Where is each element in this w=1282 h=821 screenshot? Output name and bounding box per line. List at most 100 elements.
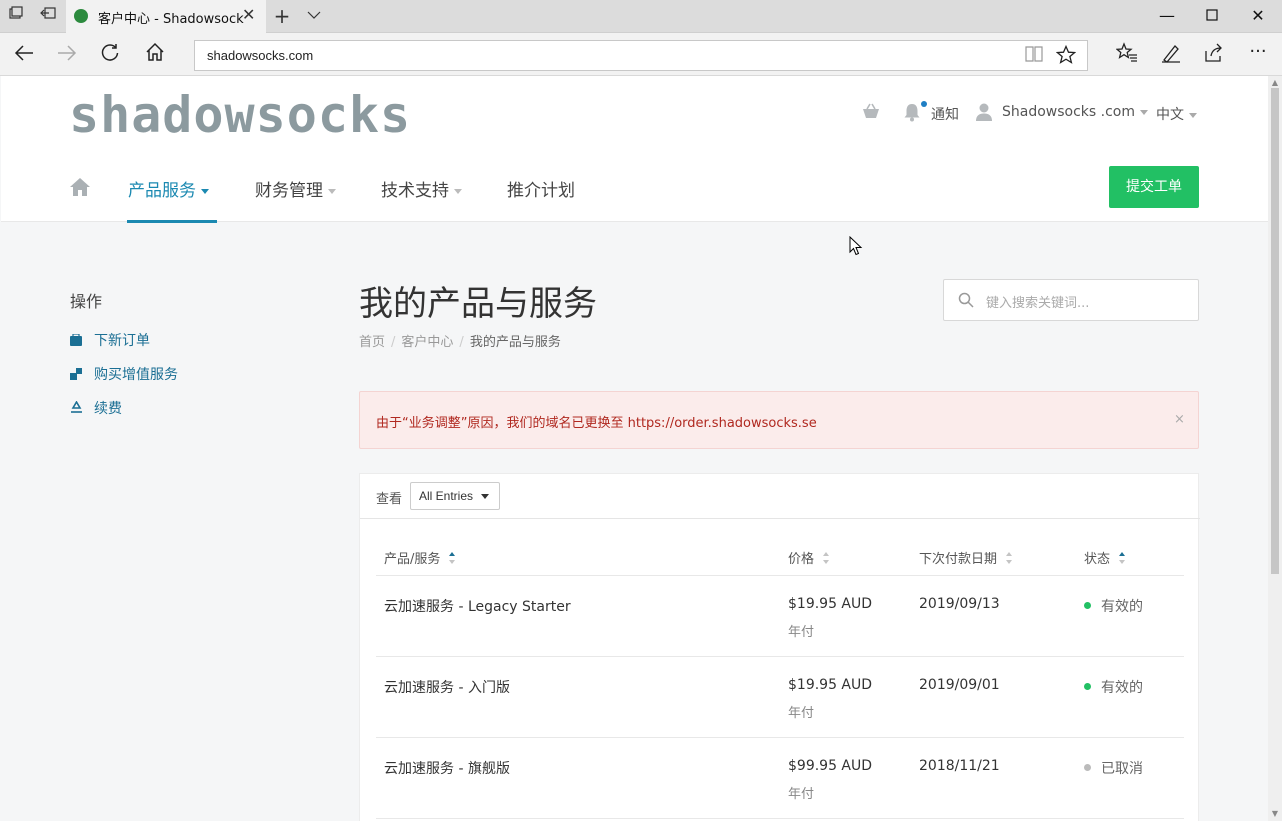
search-box[interactable]: 键入搜索关键词...	[943, 279, 1199, 321]
more-menu-icon[interactable]: ···	[1245, 39, 1271, 65]
tab-list-icon[interactable]	[6, 6, 26, 26]
site-favicon-icon	[74, 9, 88, 23]
home-icon[interactable]	[142, 42, 168, 68]
shopping-bag-icon	[70, 333, 82, 346]
nav-support-label: 技术支持	[381, 181, 449, 201]
sort-icon	[1118, 551, 1126, 569]
scroll-up-icon[interactable]: ▲	[1271, 78, 1279, 87]
cart-icon[interactable]	[861, 102, 881, 126]
browser-toolbar: shadowsocks.com ···	[0, 33, 1282, 76]
minimize-icon[interactable]: —	[1152, 4, 1182, 28]
set-aside-tabs-icon[interactable]	[38, 6, 58, 26]
url-text: shadowsocks.com	[207, 48, 314, 63]
site-header: shadowsocks 通知 Shadowsocks .com 中文 产品服务 …	[1, 76, 1268, 223]
breadcrumb: 首页 / 客户中心 / 我的产品与服务	[359, 335, 561, 350]
browser-titlebar: 客户中心 - Shadowsock ✕ + — ✕	[0, 0, 1282, 33]
table-divider	[376, 575, 1184, 576]
entries-select[interactable]: All Entries	[410, 482, 500, 510]
sidebar-item-new-order[interactable]: 下新订单	[70, 330, 150, 350]
user-icon	[975, 102, 993, 126]
search-icon	[958, 292, 974, 312]
nav-billing[interactable]: 财务管理	[255, 176, 336, 201]
sidebar-item-addons[interactable]: 购买增值服务	[70, 364, 178, 384]
browser-tab[interactable]: 客户中心 - Shadowsock ✕	[66, 0, 266, 33]
language-menu[interactable]: 中文	[1156, 104, 1197, 124]
column-header-price[interactable]: 价格	[788, 548, 830, 569]
notifications-label[interactable]: 通知	[931, 104, 959, 124]
breadcrumb-client-area[interactable]: 客户中心	[401, 335, 453, 350]
sidebar-title: 操作	[70, 292, 103, 311]
scrollbar-thumb[interactable]	[1271, 88, 1279, 574]
address-bar[interactable]: shadowsocks.com	[194, 40, 1088, 71]
column-header-product[interactable]: 产品/服务	[384, 548, 456, 569]
breadcrumb-home[interactable]: 首页	[359, 335, 385, 350]
view-label: 查看	[376, 492, 403, 507]
row-price: $99.95 AUD	[788, 758, 873, 774]
sidebar-item-renew[interactable]: 续费	[70, 398, 122, 418]
page-title: 我的产品与服务	[359, 284, 597, 324]
nav-home-icon[interactable]	[69, 177, 91, 201]
row-price: $19.95 AUD	[788, 677, 873, 693]
back-icon[interactable]	[11, 42, 37, 68]
account-menu[interactable]: Shadowsocks .com	[1002, 104, 1148, 120]
row-due-date: 2018/11/21	[919, 758, 1000, 774]
column-header-status[interactable]: 状态	[1084, 548, 1126, 569]
domain-change-alert: 由于“业务调整”原因，我们的域名已更换至 https://order.shado…	[359, 391, 1199, 449]
chevron-down-icon	[454, 188, 462, 194]
alert-message: 由于“业务调整”原因，我们的域名已更换至 https://order.shado…	[376, 416, 817, 431]
column-header-due-date[interactable]: 下次付款日期	[919, 548, 1013, 569]
open-ticket-button[interactable]: 提交工单	[1109, 166, 1199, 208]
row-product[interactable]: 云加速服务 - 入门版	[384, 677, 510, 697]
breadcrumb-current: 我的产品与服务	[469, 335, 561, 350]
close-window-icon[interactable]: ✕	[1243, 4, 1273, 28]
table-divider	[376, 818, 1184, 819]
recycle-icon	[70, 400, 82, 413]
notification-bell-icon[interactable]	[903, 102, 921, 126]
row-product[interactable]: 云加速服务 - 旗舰版	[384, 758, 510, 778]
row-due-date: 2019/09/13	[919, 596, 1000, 612]
share-icon[interactable]	[1201, 42, 1227, 68]
nav-support[interactable]: 技术支持	[381, 176, 462, 201]
favorite-star-icon[interactable]	[1055, 44, 1077, 67]
nav-billing-label: 财务管理	[255, 181, 323, 201]
table-divider	[376, 656, 1184, 657]
tab-preview-chevron-icon[interactable]	[304, 6, 324, 26]
forward-icon[interactable]	[54, 42, 80, 68]
column-header-label: 价格	[788, 552, 815, 567]
site-logo[interactable]: shadowsocks	[69, 86, 411, 144]
chevron-down-icon	[1189, 112, 1197, 118]
sidebar-item-label: 续费	[94, 401, 122, 417]
row-status: 有效的	[1084, 596, 1143, 616]
row-status: 有效的	[1084, 677, 1143, 697]
row-billing-cycle: 年付	[788, 706, 815, 721]
tab-close-icon[interactable]: ✕	[242, 5, 255, 24]
mouse-cursor-icon	[849, 235, 863, 260]
row-product[interactable]: 云加速服务 - Legacy Starter	[384, 596, 571, 616]
scroll-down-icon[interactable]: ▼	[1271, 809, 1279, 818]
table-toolbar: 查看 All Entries	[360, 474, 1200, 519]
reading-view-icon[interactable]	[1023, 45, 1045, 67]
page-scrollbar[interactable]: ▲ ▼	[1268, 76, 1282, 821]
nav-products[interactable]: 产品服务	[128, 176, 209, 201]
nav-affiliates[interactable]: 推介计划	[507, 176, 575, 201]
row-due-date: 2019/09/01	[919, 677, 1000, 693]
chevron-down-icon	[481, 494, 490, 500]
status-dot	[1084, 602, 1091, 609]
refresh-icon[interactable]	[97, 42, 123, 68]
sort-icon	[448, 551, 456, 569]
sidebar-item-label: 购买增值服务	[94, 367, 178, 383]
language-label: 中文	[1156, 107, 1184, 123]
entries-select-value: All Entries	[419, 489, 474, 503]
alert-close-icon[interactable]: ×	[1174, 412, 1185, 427]
column-header-label: 状态	[1084, 552, 1111, 567]
status-label: 有效的	[1101, 680, 1143, 696]
new-tab-icon[interactable]: +	[272, 6, 292, 26]
account-label: Shadowsocks .com	[1002, 104, 1135, 120]
search-placeholder: 键入搜索关键词...	[986, 296, 1090, 311]
services-table-card: 查看 All Entries 产品/服务 价格 下次付款日期 状态 云加速服务 …	[359, 473, 1200, 821]
sort-icon	[1005, 551, 1013, 569]
web-note-pen-icon[interactable]	[1158, 42, 1184, 68]
favorites-hub-icon[interactable]	[1114, 42, 1140, 68]
maximize-icon[interactable]	[1197, 4, 1227, 28]
status-dot	[1084, 683, 1091, 690]
